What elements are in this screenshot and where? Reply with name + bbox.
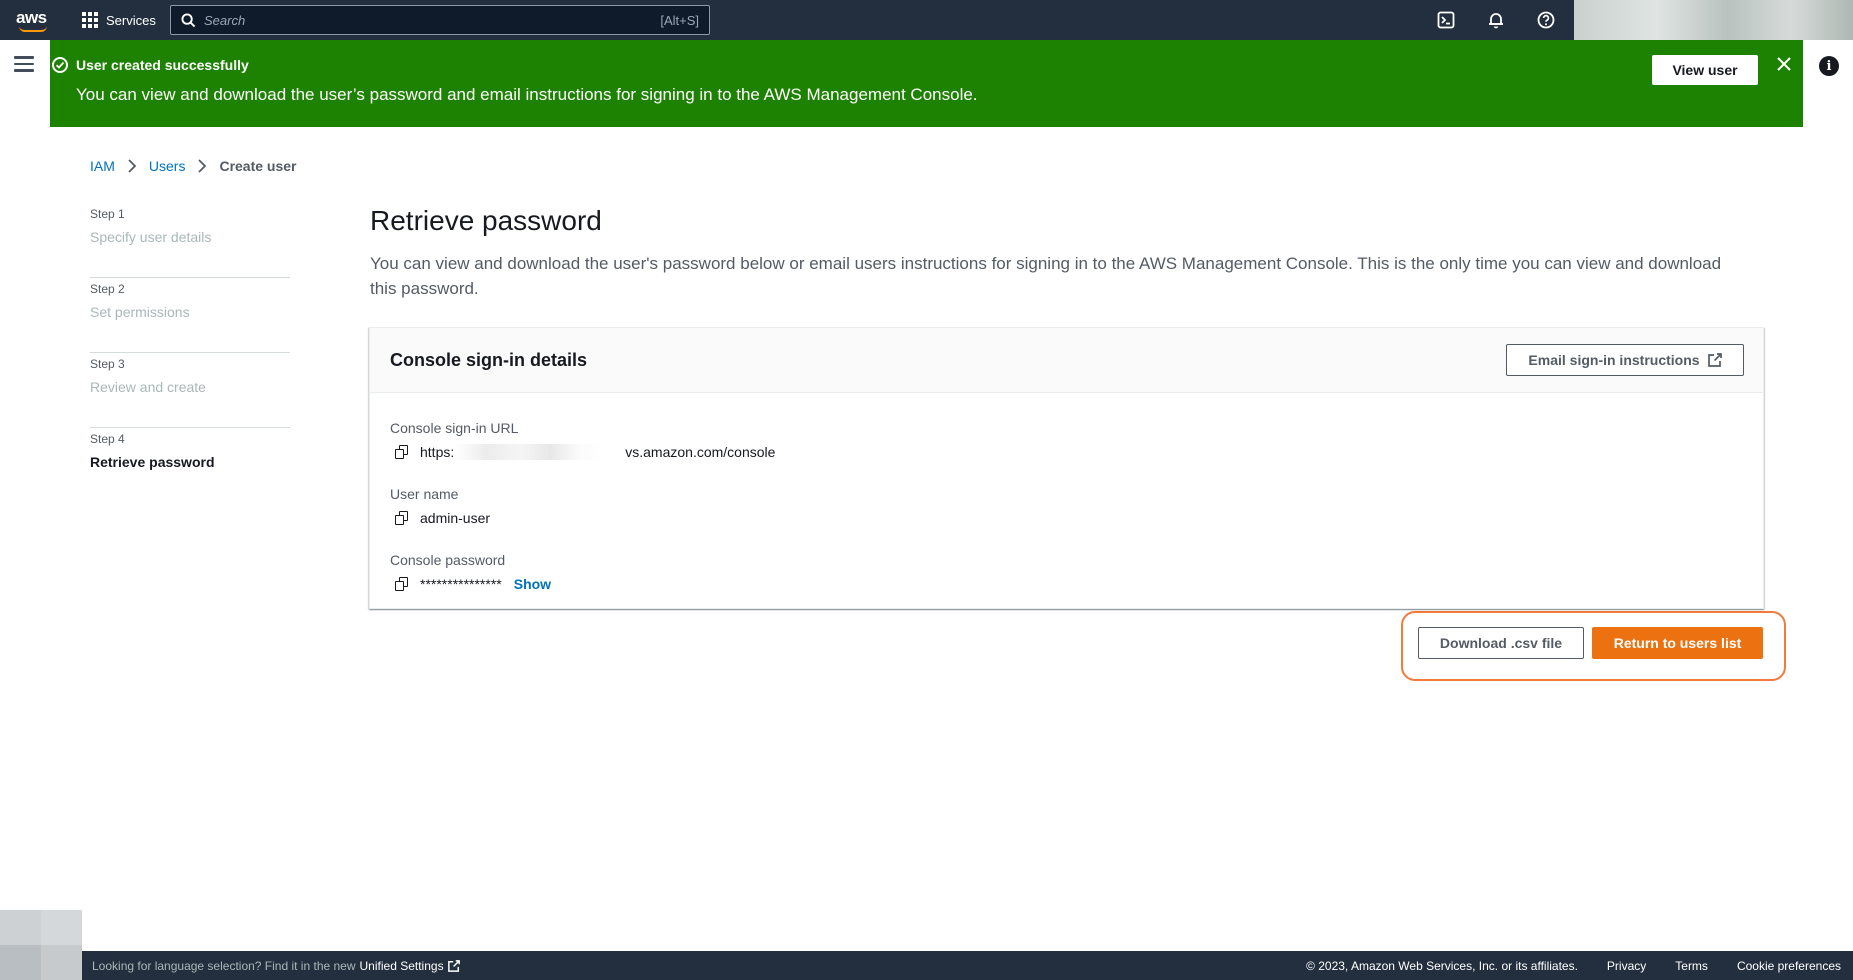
field-label: Console sign-in URL bbox=[390, 420, 519, 436]
field-value: admin-user bbox=[390, 509, 490, 527]
wizard-step-3: Step 3 Review and create bbox=[90, 353, 290, 428]
password-value: *************** bbox=[420, 576, 502, 592]
username-field: User name admin-user bbox=[390, 486, 490, 527]
wizard-step-1: Step 1 Specify user details bbox=[90, 203, 290, 278]
search-icon bbox=[181, 12, 196, 27]
field-label: Console password bbox=[390, 552, 506, 568]
return-to-users-list-button[interactable]: Return to users list bbox=[1592, 627, 1763, 659]
terminal-icon bbox=[1437, 11, 1455, 29]
breadcrumb-users[interactable]: Users bbox=[149, 158, 186, 174]
password-field: Console password *************** Show bbox=[390, 552, 551, 593]
unified-settings-label: Unified Settings bbox=[359, 958, 444, 973]
breadcrumb-create-user: Create user bbox=[219, 158, 297, 174]
aws-smile-icon bbox=[19, 26, 47, 32]
panel-title: Console sign-in details bbox=[390, 350, 588, 370]
footer-right: © 2023, Amazon Web Services, Inc. or its… bbox=[1306, 951, 1853, 980]
wizard-step-4: Step 4 Retrieve password bbox=[90, 428, 290, 503]
step-label: Review and create bbox=[90, 379, 206, 395]
unified-settings-link[interactable]: Unified Settings bbox=[360, 959, 460, 973]
wizard-steps: Step 1 Specify user details Step 2 Set p… bbox=[90, 203, 290, 503]
url-redacted bbox=[456, 444, 602, 460]
view-user-button[interactable]: View user bbox=[1652, 55, 1758, 85]
show-password-link[interactable]: Show bbox=[514, 576, 551, 592]
aws-logo[interactable]: aws bbox=[16, 8, 50, 32]
search-bar[interactable]: [Alt+S] bbox=[170, 5, 710, 35]
account-menu-redacted[interactable] bbox=[1574, 0, 1853, 40]
services-menu-button[interactable]: Services bbox=[82, 0, 156, 40]
page-title: Retrieve password bbox=[370, 205, 602, 236]
terms-link[interactable]: Terms bbox=[1675, 959, 1708, 973]
external-link-icon bbox=[447, 959, 460, 972]
info-icon[interactable]: i bbox=[1819, 56, 1839, 76]
cloudshell-button[interactable] bbox=[1436, 10, 1456, 30]
step-number: Step 4 bbox=[90, 432, 125, 446]
close-icon[interactable] bbox=[1774, 54, 1794, 74]
bell-icon bbox=[1489, 13, 1503, 29]
url-prefix: https: bbox=[420, 444, 455, 460]
email-button-label: Email sign-in instructions bbox=[1528, 352, 1700, 368]
check-circle-icon bbox=[52, 57, 68, 73]
panel-header: Console sign-in details Email sign-in in… bbox=[370, 328, 1763, 393]
language-notice: Looking for language selection? Find it … bbox=[92, 958, 356, 973]
corner-redacted bbox=[0, 910, 82, 980]
sign-in-url-field: Console sign-in URL https: vs.amazon.com… bbox=[390, 420, 775, 461]
flash-title: User created successfully bbox=[76, 57, 249, 73]
copyright: © 2023, Amazon Web Services, Inc. or its… bbox=[1306, 958, 1578, 973]
footer: Looking for language selection? Find it … bbox=[82, 951, 1853, 980]
help-button[interactable] bbox=[1536, 10, 1556, 30]
step-label: Set permissions bbox=[90, 304, 190, 320]
flash-message: You can view and download the user’s pas… bbox=[76, 85, 978, 104]
chevron-right-icon bbox=[127, 159, 137, 173]
copy-icon[interactable] bbox=[394, 444, 410, 460]
external-link-icon bbox=[1707, 353, 1722, 367]
aws-logo-text: aws bbox=[16, 8, 47, 27]
url-suffix: vs.amazon.com/console bbox=[625, 444, 776, 460]
field-value: *************** Show bbox=[390, 575, 551, 593]
notifications-button[interactable] bbox=[1486, 10, 1506, 30]
chevron-right-icon bbox=[197, 159, 207, 173]
top-navigation: aws Services [Alt+S] bbox=[0, 0, 1853, 40]
hamburger-icon[interactable] bbox=[14, 56, 34, 74]
step-label: Specify user details bbox=[90, 229, 212, 245]
cookie-preferences-link[interactable]: Cookie preferences bbox=[1737, 959, 1841, 973]
email-sign-in-instructions-button[interactable]: Email sign-in instructions bbox=[1506, 344, 1744, 376]
step-number: Step 3 bbox=[90, 357, 125, 371]
breadcrumb-iam[interactable]: IAM bbox=[90, 158, 115, 174]
privacy-link[interactable]: Privacy bbox=[1607, 959, 1646, 973]
search-input[interactable] bbox=[204, 12, 604, 28]
step-label: Retrieve password bbox=[90, 454, 215, 470]
step-number: Step 1 bbox=[90, 207, 125, 221]
search-shortcut-hint: [Alt+S] bbox=[660, 12, 699, 28]
copy-icon[interactable] bbox=[394, 510, 410, 526]
console-sign-in-panel: Console sign-in details Email sign-in in… bbox=[369, 327, 1764, 609]
field-label: User name bbox=[390, 486, 459, 502]
success-flashbar: User created successfully You can view a… bbox=[50, 40, 1803, 127]
breadcrumb: IAM Users Create user bbox=[90, 158, 297, 174]
services-label: Services bbox=[106, 12, 156, 28]
help-icon bbox=[1537, 11, 1555, 29]
page-description: You can view and download the user's pas… bbox=[370, 254, 1722, 298]
wizard-step-2: Step 2 Set permissions bbox=[90, 278, 290, 353]
download-csv-button[interactable]: Download .csv file bbox=[1418, 627, 1584, 659]
username-value: admin-user bbox=[420, 510, 491, 526]
field-value: https: vs.amazon.com/console bbox=[390, 443, 775, 461]
step-number: Step 2 bbox=[90, 282, 125, 296]
grid-icon bbox=[82, 12, 98, 28]
copy-icon[interactable] bbox=[394, 576, 410, 592]
